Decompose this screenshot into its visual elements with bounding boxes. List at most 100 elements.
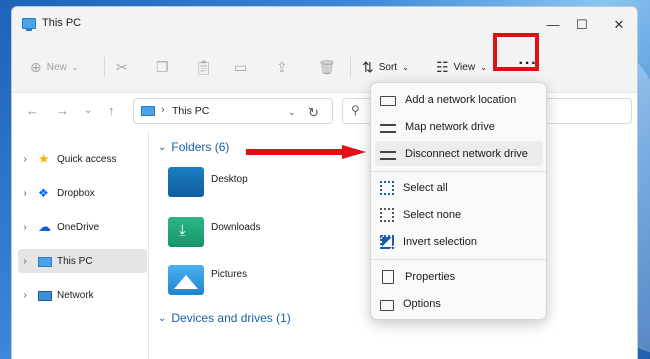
sidebar-item-network[interactable]: › Network xyxy=(18,283,147,307)
chevron-down-icon: ⌄ xyxy=(71,62,79,72)
back-arrow-icon[interactable]: ← xyxy=(26,103,39,118)
devices-group-header[interactable]: ⌄ Devices and drives (1) xyxy=(158,311,291,325)
mountain-icon xyxy=(174,275,198,289)
select-none-icon xyxy=(380,207,394,222)
menu-item-label: Select none xyxy=(403,208,462,221)
folder-label[interactable]: Desktop xyxy=(211,174,248,185)
properties-icon xyxy=(382,269,394,284)
up-arrow-icon[interactable]: ↑ xyxy=(108,103,115,118)
menu-item-label: Map network drive xyxy=(405,120,495,133)
paste-button[interactable]: 📋︎ xyxy=(195,51,213,83)
highlight-box xyxy=(493,33,539,71)
sidebar-item-this-pc[interactable]: › This PC xyxy=(18,249,147,273)
sidebar-item-label: Dropbox xyxy=(57,187,95,199)
copy-icon: ❐ xyxy=(156,58,169,75)
sidebar-item-label: Quick access xyxy=(57,153,117,165)
desktop-folder-icon[interactable] xyxy=(168,167,204,197)
select-all-icon xyxy=(380,180,394,195)
invert-selection-icon xyxy=(380,234,394,249)
chevron-right-icon[interactable]: › xyxy=(18,256,32,267)
this-pc-icon xyxy=(141,106,155,116)
toolbar-divider xyxy=(350,57,351,77)
pictures-folder-icon[interactable] xyxy=(168,265,204,295)
star-icon: ★ xyxy=(38,151,50,166)
menu-item-label: Add a network location xyxy=(405,93,517,106)
chevron-right-icon[interactable]: › xyxy=(18,188,32,199)
navigation-pane: › ★ Quick access › ❖ Dropbox › ☁ OneDriv… xyxy=(12,131,149,359)
cloud-icon: ☁ xyxy=(38,219,51,234)
share-icon: ⇪ xyxy=(276,58,288,75)
maximize-button[interactable]: ☐ xyxy=(565,13,599,37)
dropbox-icon: ❖ xyxy=(38,186,49,200)
forward-arrow-icon[interactable]: → xyxy=(56,103,69,118)
chevron-right-icon[interactable]: › xyxy=(18,154,32,165)
new-button-label: New xyxy=(46,61,67,73)
delete-button[interactable]: 🗑︎ xyxy=(318,51,336,83)
sidebar-item-label: This PC xyxy=(57,255,93,267)
plus-circle-icon: ⊕ xyxy=(30,58,42,75)
folder-label[interactable]: Downloads xyxy=(211,222,260,233)
sort-button-label: Sort xyxy=(378,61,398,73)
map-drive-icon xyxy=(380,123,396,133)
search-icon: ⚲ xyxy=(351,103,360,117)
menu-item-label: Options xyxy=(403,297,441,310)
chevron-down-icon: ⌄ xyxy=(158,312,167,324)
chevron-down-icon: ⌄ xyxy=(158,141,167,153)
sidebar-item-label: Network xyxy=(57,289,94,301)
sidebar-item-dropbox[interactable]: › ❖ Dropbox xyxy=(18,181,147,205)
sidebar-item-label: OneDrive xyxy=(57,221,100,233)
chevron-right-icon[interactable]: › xyxy=(18,222,32,233)
chevron-down-icon: ⌄ xyxy=(402,62,409,72)
sidebar-item-onedrive[interactable]: › ☁ OneDrive xyxy=(18,215,147,239)
folders-group-header[interactable]: ⌄ Folders (6) xyxy=(158,140,229,154)
menu-item-label: Properties xyxy=(405,270,456,283)
trash-icon: 🗑︎ xyxy=(318,58,336,75)
menu-item-invert-selection[interactable]: Invert selection xyxy=(375,229,543,254)
download-arrow-icon: ⤓ xyxy=(179,222,186,239)
downloads-folder-icon[interactable]: ⤓ xyxy=(168,217,204,247)
rename-icon: ▭ xyxy=(234,58,248,75)
chevron-down-icon: ⌄ xyxy=(480,62,487,72)
scissors-icon: ✂ xyxy=(116,58,128,75)
menu-item-select-all[interactable]: Select all xyxy=(375,175,543,200)
cut-button[interactable]: ✂ xyxy=(116,51,128,83)
sidebar-item-quick-access[interactable]: › ★ Quick access xyxy=(18,147,147,171)
clipboard-icon: 📋︎ xyxy=(195,58,213,75)
menu-divider xyxy=(371,259,546,260)
menu-item-properties[interactable]: Properties xyxy=(375,264,543,289)
new-button[interactable]: ⊕ New ⌄ xyxy=(30,51,78,83)
address-bar[interactable]: › This PC xyxy=(133,98,333,124)
title-bar: This PC — ☐ ✕ xyxy=(12,7,637,43)
folder-label[interactable]: Pictures xyxy=(211,269,247,280)
recent-chevron-icon[interactable]: ⌄ xyxy=(84,105,92,116)
view-button-label: View xyxy=(453,61,476,73)
folders-group-label: Folders (6) xyxy=(171,140,230,154)
network-location-icon xyxy=(380,95,396,106)
network-icon xyxy=(38,291,52,301)
chevron-right-icon[interactable]: › xyxy=(18,290,32,301)
breadcrumb[interactable]: This PC xyxy=(172,105,209,117)
disconnect-drive-icon xyxy=(380,150,396,160)
see-more-menu: Add a network location Map network drive… xyxy=(370,82,547,320)
close-button[interactable]: ✕ xyxy=(602,13,636,37)
monitor-icon xyxy=(38,257,52,267)
view-button[interactable]: ☷ View ⌄ xyxy=(436,51,487,83)
menu-item-add-network-location[interactable]: Add a network location xyxy=(375,87,543,112)
sort-arrows-icon: ⇅ xyxy=(362,58,374,75)
menu-item-select-none[interactable]: Select none xyxy=(375,202,543,227)
share-button[interactable]: ⇪ xyxy=(276,51,288,83)
menu-item-label: Select all xyxy=(403,181,448,194)
red-arrow-icon xyxy=(246,145,366,159)
address-history-chevron-icon[interactable]: ⌄ xyxy=(288,107,296,118)
copy-button[interactable]: ❐ xyxy=(156,51,169,83)
menu-divider xyxy=(371,171,546,172)
menu-item-options[interactable]: Options xyxy=(375,291,543,316)
refresh-icon[interactable]: ↻ xyxy=(308,105,319,121)
menu-item-map-network-drive[interactable]: Map network drive xyxy=(375,114,543,139)
folder-options-icon xyxy=(380,299,394,311)
this-pc-icon xyxy=(22,18,36,31)
sort-button[interactable]: ⇅ Sort ⌄ xyxy=(362,51,409,83)
rename-button[interactable]: ▭ xyxy=(234,51,247,83)
toolbar-divider xyxy=(104,57,105,77)
menu-item-disconnect-network-drive[interactable]: Disconnect network drive xyxy=(375,141,543,166)
